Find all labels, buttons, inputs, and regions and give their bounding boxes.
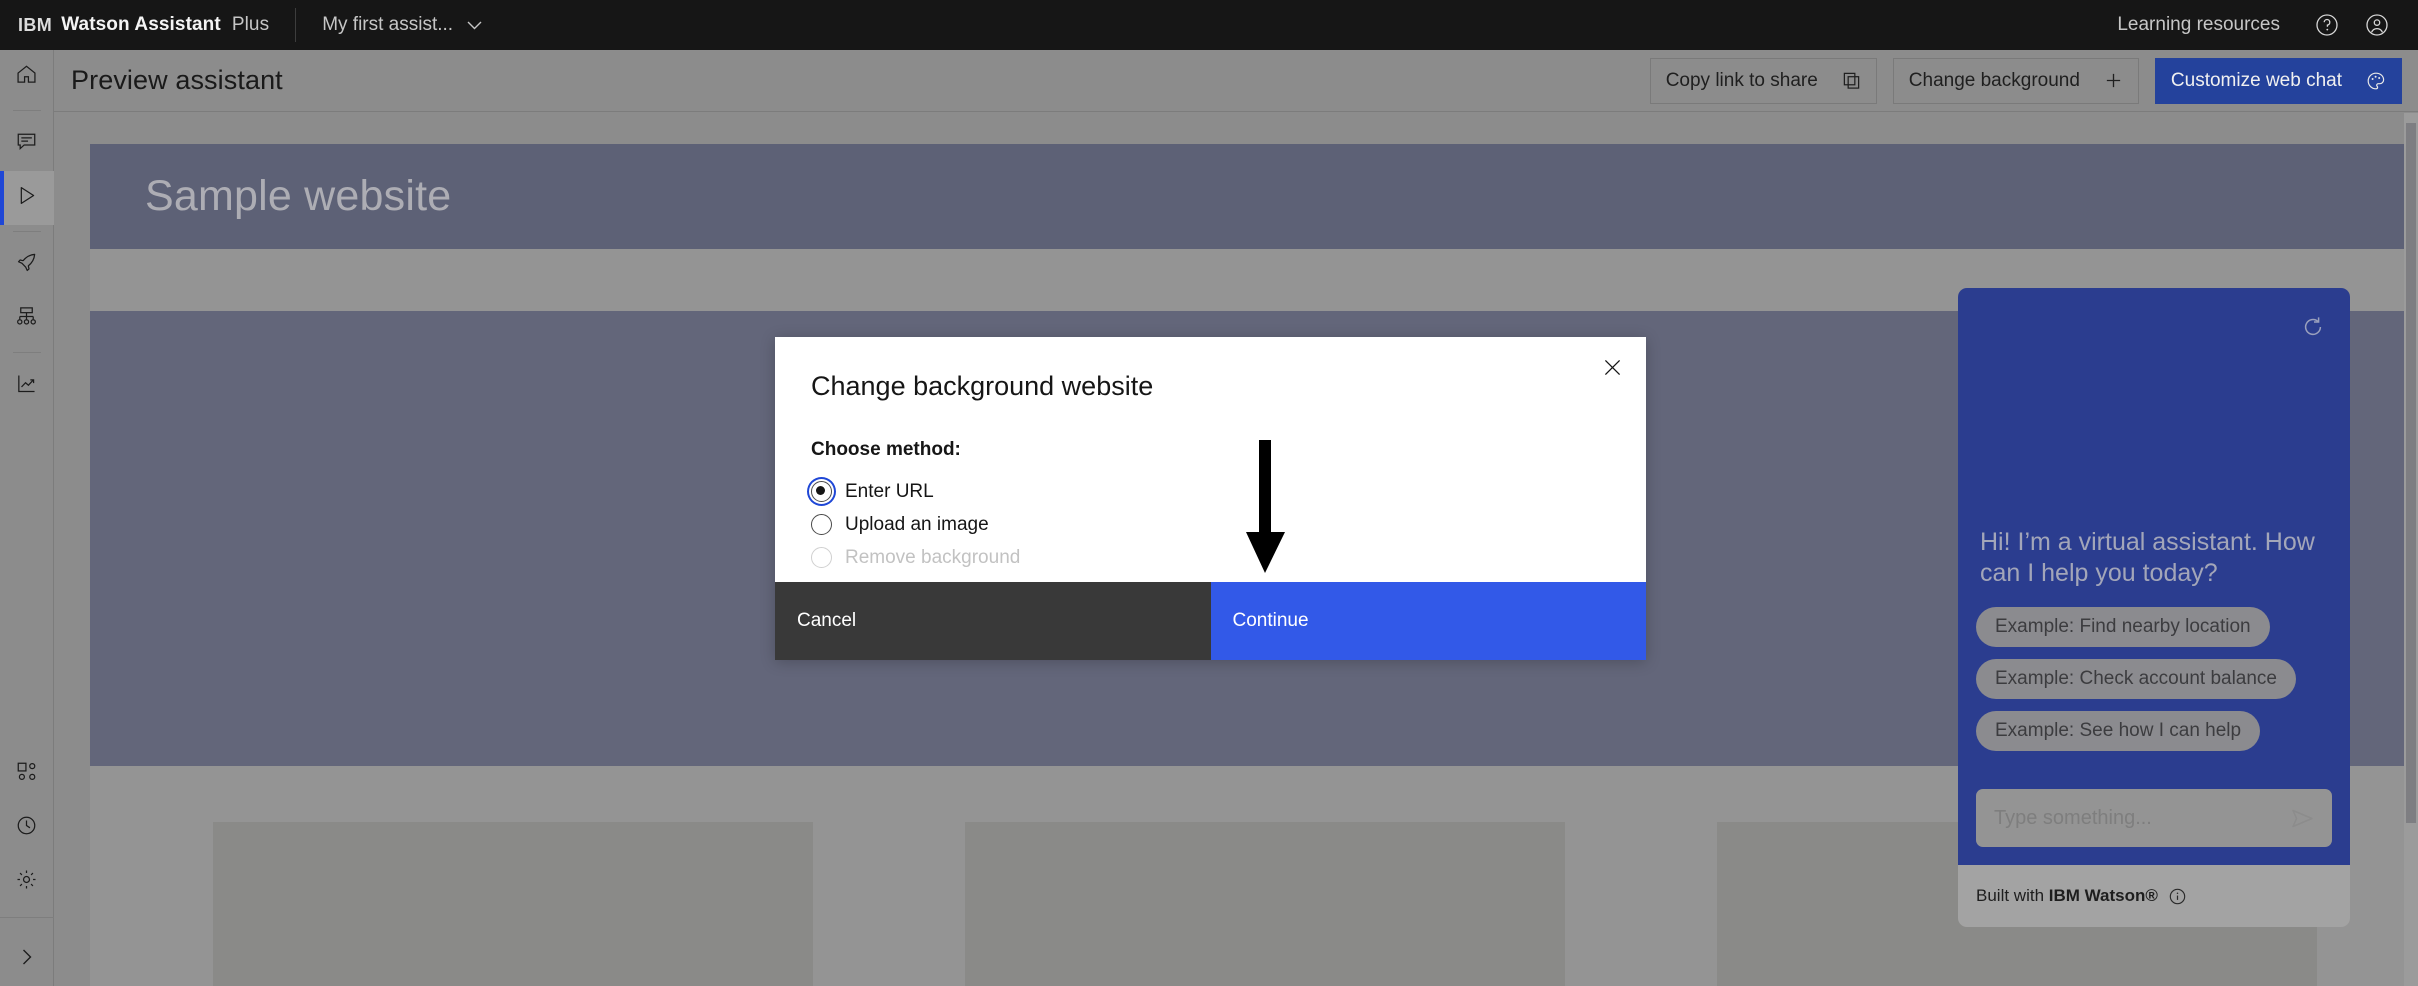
radio-option-upload-an-image[interactable]: Upload an image (811, 508, 1610, 541)
radio-label: Enter URL (845, 480, 934, 502)
radio-button[interactable] (811, 514, 832, 535)
modal-body: Choose method: Enter URL Upload an image… (775, 439, 1646, 582)
radio-option-remove-background: Remove background (811, 541, 1610, 574)
modal-header: Change background website (775, 337, 1646, 439)
continue-button[interactable]: Continue (1210, 582, 1646, 660)
app-root: IBM Watson Assistant Plus My first assis… (0, 0, 2418, 986)
radio-label: Remove background (845, 546, 1021, 568)
radio-label: Upload an image (845, 513, 989, 535)
cancel-button[interactable]: Cancel (775, 582, 1211, 660)
modal-title: Change background website (811, 371, 1154, 401)
radio-option-enter-url[interactable]: Enter URL (811, 475, 1610, 508)
radio-button (811, 547, 832, 568)
modal-footer: Cancel Continue (775, 582, 1646, 660)
change-background-modal: Change background website Choose method:… (775, 337, 1646, 660)
choose-method-label: Choose method: (811, 439, 961, 460)
close-icon[interactable] (1586, 341, 1638, 393)
radio-button[interactable] (811, 481, 832, 502)
